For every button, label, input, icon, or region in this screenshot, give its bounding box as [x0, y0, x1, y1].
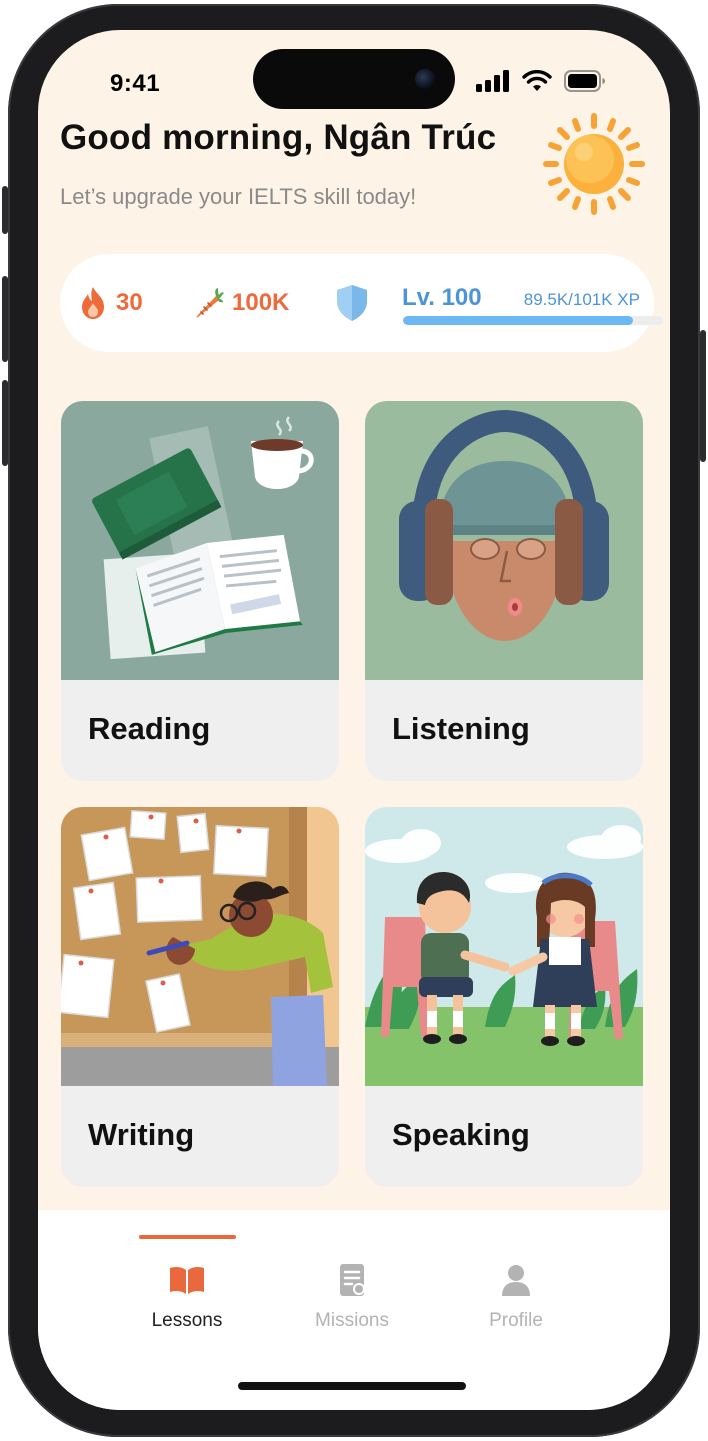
- xp-progress-fill: [403, 316, 634, 325]
- skill-card-reading[interactable]: Reading: [61, 401, 339, 781]
- battery-icon: [564, 70, 605, 92]
- carrot-stat: 100K: [194, 254, 289, 352]
- skill-card-speaking[interactable]: Speaking: [365, 807, 643, 1187]
- skill-label-speaking: Speaking: [392, 1117, 530, 1152]
- front-camera: [415, 69, 435, 89]
- fire-icon: [82, 287, 104, 319]
- streak-value: 30: [116, 289, 143, 316]
- person-icon: [502, 1265, 530, 1296]
- skill-label-reading: Reading: [88, 711, 211, 746]
- status-icons: [476, 70, 606, 92]
- volume-up-button: [2, 276, 8, 362]
- mute-switch: [2, 186, 8, 234]
- tab-missions-label: Missions: [315, 1310, 389, 1331]
- wifi-icon: [522, 70, 552, 91]
- xp-progress-bar: [403, 316, 663, 325]
- greeting-subtitle: Let’s upgrade your IELTS skill today!: [60, 184, 417, 209]
- tab-profile[interactable]: Profile: [451, 1260, 581, 1332]
- skill-label-listening: Listening: [392, 711, 530, 746]
- stats-bar: 30 100K Lv. 100 89.5K/101K XP: [60, 254, 663, 352]
- listening-illustration: [365, 401, 643, 680]
- book-icon: [170, 1266, 204, 1294]
- skill-label-writing: Writing: [88, 1117, 195, 1152]
- cellular-signal-icon: [476, 70, 509, 92]
- sun-icon: [543, 113, 645, 215]
- volume-down-button: [2, 380, 8, 466]
- carrot-value: 100K: [232, 289, 290, 316]
- streak-stat: 30: [78, 254, 143, 352]
- bottom-tab-bar: Lessons Missions Profile: [38, 1210, 670, 1410]
- tab-lessons-label: Lessons: [151, 1310, 223, 1331]
- level-label: Lv. 100: [402, 284, 482, 311]
- status-time: 9:41: [110, 70, 161, 97]
- shield-icon: [337, 285, 367, 321]
- dynamic-island: [253, 49, 455, 109]
- app-screen: 9:41 Good morning, Ngân Trúc Let’s upgra…: [38, 30, 670, 1410]
- home-indicator[interactable]: [238, 1382, 466, 1390]
- document-icon: [340, 1264, 365, 1296]
- skill-card-writing[interactable]: Writing: [61, 807, 339, 1187]
- skill-card-listening[interactable]: Listening: [365, 401, 643, 781]
- xp-label: 89.5K/101K XP: [523, 290, 640, 309]
- power-button: [700, 330, 706, 462]
- reading-illustration: [61, 401, 339, 680]
- tab-profile-label: Profile: [489, 1310, 543, 1331]
- greeting-title: Good morning, Ngân Trúc: [60, 118, 497, 157]
- carrot-icon: [196, 288, 224, 318]
- writing-illustration: [61, 807, 339, 1086]
- active-tab-indicator: [139, 1235, 236, 1239]
- tab-missions[interactable]: Missions: [287, 1260, 417, 1332]
- speaking-illustration: [365, 807, 643, 1086]
- tab-lessons[interactable]: Lessons: [122, 1260, 252, 1332]
